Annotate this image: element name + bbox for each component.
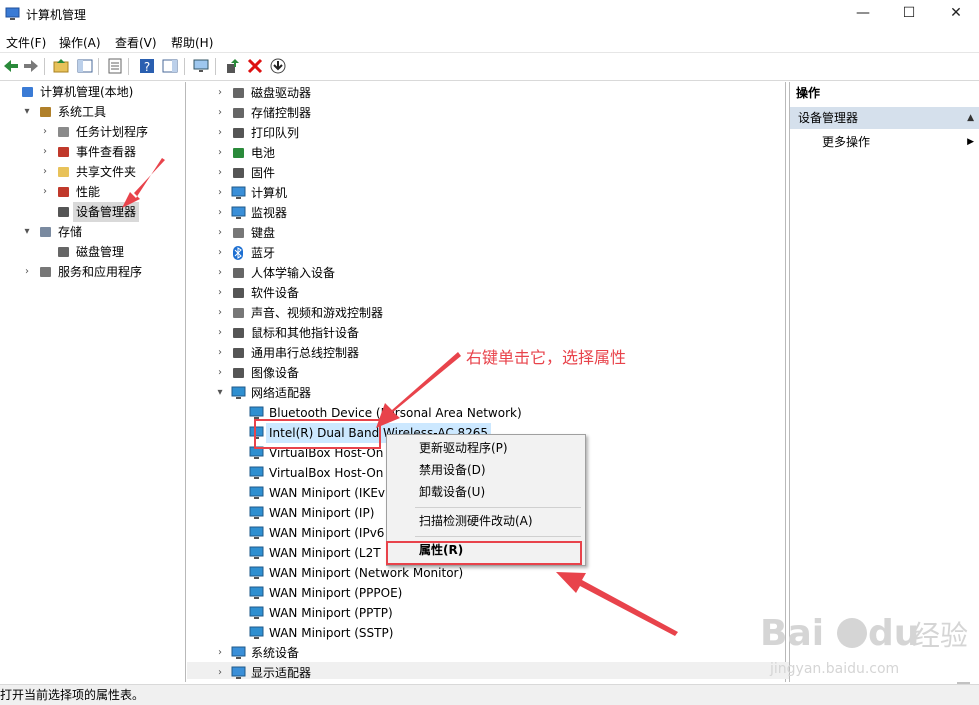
arrow-to-device-manager xyxy=(122,158,165,208)
svg-text:经验: 经验 xyxy=(912,619,968,652)
svg-text:Bai: Bai xyxy=(760,613,824,654)
arrow-to-selected-device xyxy=(376,352,461,428)
svg-text:jingyan.baidu.com: jingyan.baidu.com xyxy=(769,661,899,677)
baidu-jingyan-watermark: Bai du 经验 jingyan.baidu.com xyxy=(760,613,968,677)
arrow-to-properties xyxy=(556,572,678,636)
